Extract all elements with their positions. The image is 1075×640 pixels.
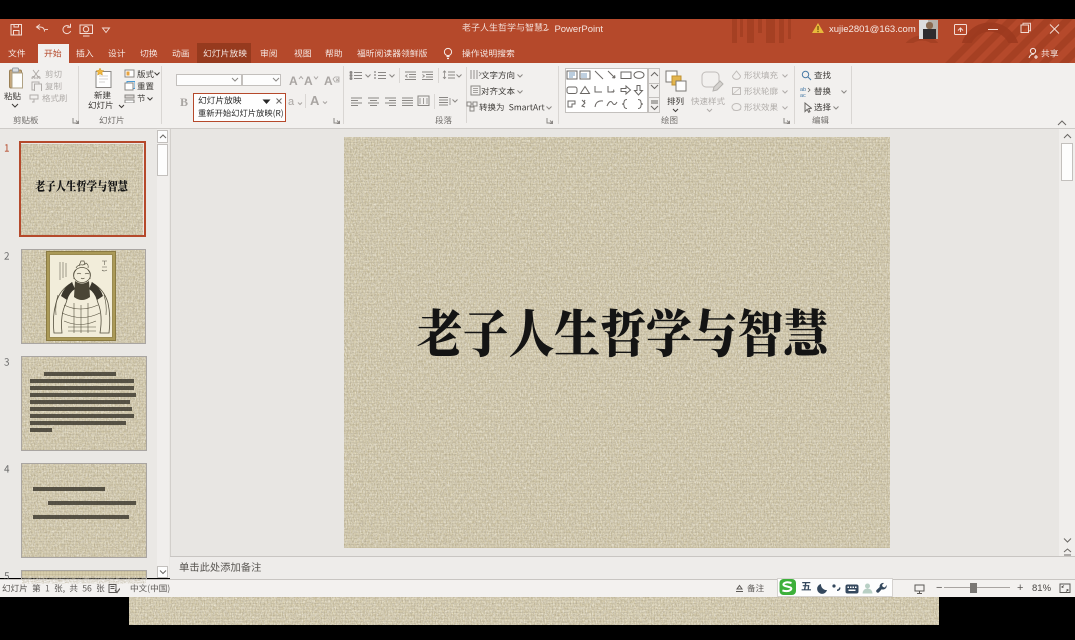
svg-text:ac: ac	[800, 93, 806, 97]
